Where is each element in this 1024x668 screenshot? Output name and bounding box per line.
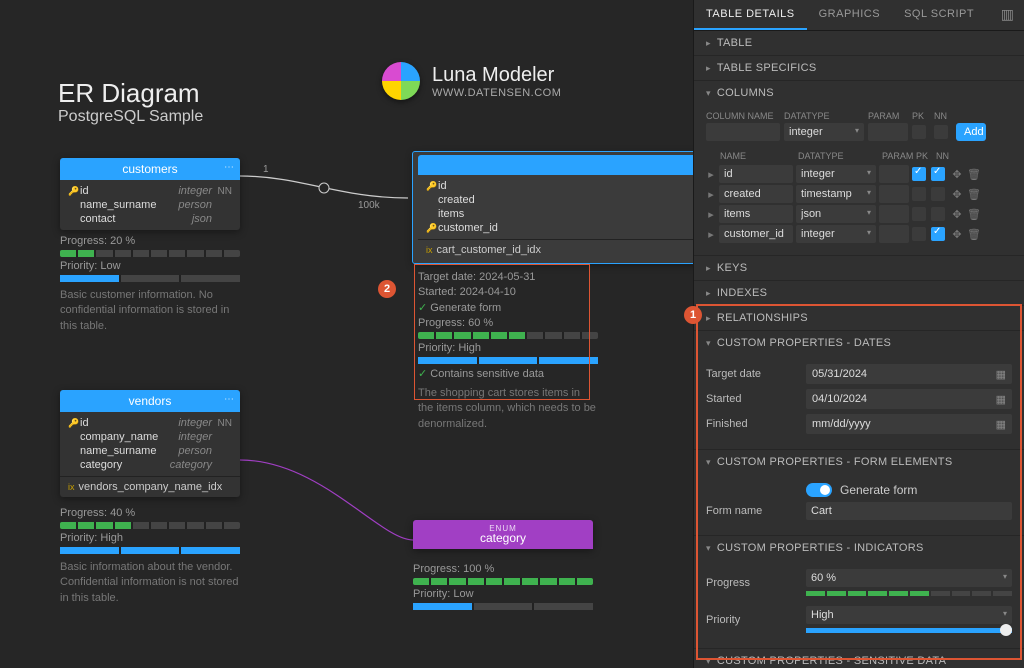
column-nn-checkbox[interactable] (931, 187, 945, 201)
move-icon[interactable]: ✥ (950, 168, 964, 181)
section-custom-dates[interactable]: CUSTOM PROPERTIES - DATES (694, 331, 1024, 355)
annotation-badge-2: 2 (378, 280, 396, 298)
delete-icon[interactable]: 🗑 (967, 188, 981, 201)
column-nn-checkbox[interactable] (931, 227, 945, 241)
move-icon[interactable]: ✥ (950, 228, 964, 241)
logo-icon (382, 62, 420, 100)
column-pk-checkbox[interactable] (912, 187, 926, 201)
logo-title: Luna Modeler (432, 64, 561, 87)
edge-cardinality-near: 1 (263, 164, 269, 175)
section-indexes[interactable]: INDEXES (694, 281, 1024, 305)
tab-table-details[interactable]: TABLE DETAILS (694, 0, 807, 30)
column-param-input[interactable] (879, 205, 909, 223)
entity-menu-icon[interactable]: ⋯ (224, 394, 234, 405)
column-row[interactable]: ▸ ✥🗑 (706, 205, 1012, 223)
generate-form-toggle[interactable] (806, 483, 832, 497)
column-row[interactable]: ▸ ✥🗑 (706, 225, 1012, 243)
section-columns[interactable]: COLUMNS (694, 81, 1024, 105)
edge-cardinality-far: 100k (358, 200, 380, 211)
column-datatype-select[interactable] (796, 185, 876, 203)
column-param-input[interactable] (879, 165, 909, 183)
column-datatype-select[interactable] (796, 205, 876, 223)
app-logo: Luna Modeler WWW.DATENSEN.COM (382, 62, 561, 100)
entity-menu-icon[interactable]: ⋯ (224, 162, 234, 173)
entity-columns: 🔑idintegerNNname_surnamepersoncontactjso… (60, 180, 240, 230)
column-row[interactable]: ▸ ✥🗑 (706, 165, 1012, 183)
entity-vendors-ext: Progress: 40 % Priority: High Basic info… (60, 504, 240, 606)
column-nn-checkbox[interactable] (931, 207, 945, 221)
entity-header[interactable]: vendors⋯ (60, 390, 240, 412)
section-custom-sensitive[interactable]: CUSTOM PROPERTIES - SENSITIVE DATA (694, 649, 1024, 668)
column-param-input[interactable] (879, 225, 909, 243)
entity-index: ixvendors_company_name_idx (60, 476, 240, 497)
new-column-pk-checkbox[interactable] (912, 125, 926, 139)
section-table[interactable]: TABLE (694, 31, 1024, 55)
new-column-nn-checkbox[interactable] (934, 125, 948, 139)
started-date-input[interactable] (806, 389, 1012, 409)
details-panel: TABLE DETAILS GRAPHICS SQL SCRIPT ▥ TABL… (693, 0, 1024, 668)
new-column-param-input[interactable] (868, 123, 908, 141)
entity-category[interactable]: ENUMcategory (413, 520, 593, 549)
calendar-icon[interactable]: ▦ (996, 368, 1006, 381)
finished-date-input[interactable] (806, 414, 1012, 434)
move-icon[interactable]: ✥ (950, 208, 964, 221)
column-pk-checkbox[interactable] (912, 207, 926, 221)
add-column-button[interactable]: Add (956, 123, 986, 141)
entity-columns: 🔑idintegerNNcompany_nameintegername_surn… (60, 412, 240, 476)
entity-customers-ext: Progress: 20 % Priority: Low Basic custo… (60, 232, 240, 334)
section-custom-indicators[interactable]: CUSTOM PROPERTIES - INDICATORS (694, 536, 1024, 560)
column-datatype-select[interactable] (796, 225, 876, 243)
delete-icon[interactable]: 🗑 (967, 228, 981, 241)
expand-icon[interactable]: ▸ (706, 228, 716, 241)
canvas-subtitle: PostgreSQL Sample (58, 108, 203, 126)
canvas-title: ER Diagram (58, 78, 200, 109)
annotation-badge-1: 1 (684, 306, 702, 324)
expand-icon[interactable]: ▸ (706, 208, 716, 221)
panel-tabs: TABLE DETAILS GRAPHICS SQL SCRIPT ▥ (694, 0, 1024, 31)
priority-slider[interactable] (806, 628, 1012, 633)
entity-header[interactable]: ENUMcategory (413, 520, 593, 549)
calendar-icon[interactable]: ▦ (996, 393, 1006, 406)
column-pk-checkbox[interactable] (912, 167, 926, 181)
calendar-icon[interactable]: ▦ (996, 418, 1006, 431)
column-datatype-select[interactable] (796, 165, 876, 183)
progress-bar (806, 591, 1012, 596)
new-column-datatype-select[interactable] (784, 123, 864, 141)
column-param-input[interactable] (879, 185, 909, 203)
column-name-input[interactable] (719, 205, 793, 223)
entity-cart-ext: Target date: 2024-05-31 Started: 2024-04… (418, 268, 598, 432)
section-relationships[interactable]: RELATIONSHIPS (694, 306, 1024, 330)
progress-select[interactable] (806, 569, 1012, 587)
column-name-input[interactable] (719, 165, 793, 183)
column-pk-checkbox[interactable] (912, 227, 926, 241)
section-table-specifics[interactable]: TABLE SPECIFICS (694, 56, 1024, 80)
form-name-input[interactable] (806, 502, 1012, 520)
delete-icon[interactable]: 🗑 (967, 208, 981, 221)
column-name-input[interactable] (719, 185, 793, 203)
entity-header[interactable]: customers⋯ (60, 158, 240, 180)
panel-layout-icon[interactable]: ▥ (991, 0, 1024, 30)
entity-customers[interactable]: customers⋯ 🔑idintegerNNname_surnameperso… (60, 158, 240, 230)
expand-icon[interactable]: ▸ (706, 188, 716, 201)
diagram-canvas[interactable]: 1 100k ER Diagram PostgreSQL Sample Luna… (0, 0, 693, 668)
new-column-name-input[interactable] (706, 123, 780, 141)
section-custom-form[interactable]: CUSTOM PROPERTIES - FORM ELEMENTS (694, 450, 1024, 474)
column-nn-checkbox[interactable] (931, 167, 945, 181)
logo-url: WWW.DATENSEN.COM (432, 87, 561, 99)
tab-sql-script[interactable]: SQL SCRIPT (892, 0, 986, 30)
entity-vendors[interactable]: vendors⋯ 🔑idintegerNNcompany_nameinteger… (60, 390, 240, 497)
target-date-input[interactable] (806, 364, 1012, 384)
column-row[interactable]: ▸ ✥🗑 (706, 185, 1012, 203)
delete-icon[interactable]: 🗑 (967, 168, 981, 181)
column-name-input[interactable] (719, 225, 793, 243)
expand-icon[interactable]: ▸ (706, 168, 716, 181)
move-icon[interactable]: ✥ (950, 188, 964, 201)
priority-select[interactable] (806, 606, 1012, 624)
entity-category-ext: Progress: 100 % Priority: Low (413, 560, 593, 613)
section-keys[interactable]: KEYS (694, 256, 1024, 280)
tab-graphics[interactable]: GRAPHICS (807, 0, 892, 30)
